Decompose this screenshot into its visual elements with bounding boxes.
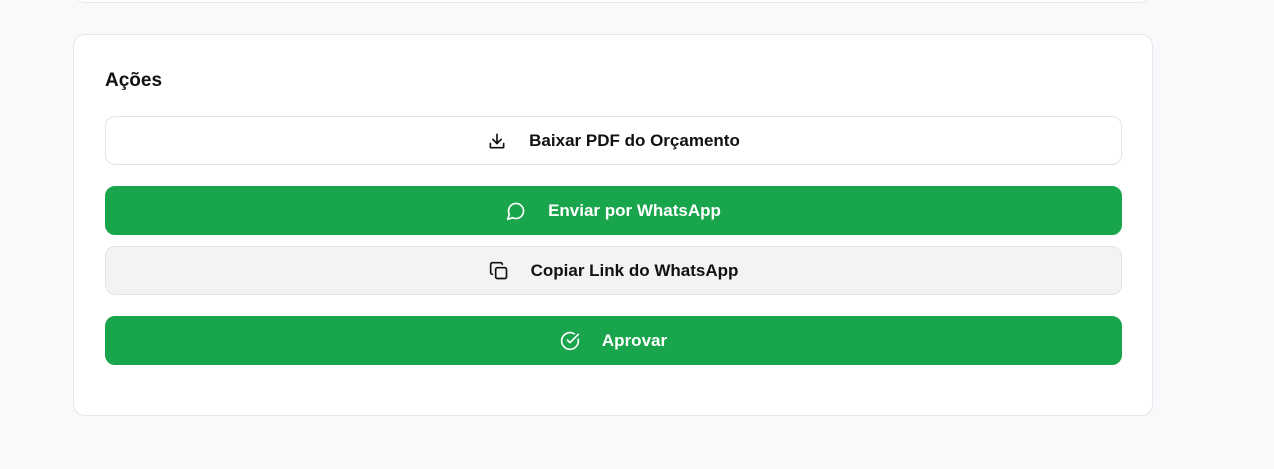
approve-label: Aprovar	[601, 330, 668, 350]
copy-icon	[489, 261, 509, 281]
download-pdf-label: Baixar PDF do Orçamento	[529, 130, 740, 150]
download-icon	[487, 131, 507, 151]
approve-button[interactable]: Aprovar	[105, 316, 1122, 365]
previous-card	[74, 0, 1151, 3]
send-whatsapp-button[interactable]: Enviar por WhatsApp	[105, 186, 1122, 235]
message-circle-icon	[506, 201, 526, 221]
send-whatsapp-label: Enviar por WhatsApp	[548, 200, 721, 220]
download-pdf-button[interactable]: Baixar PDF do Orçamento	[105, 116, 1122, 165]
check-circle-icon	[560, 331, 580, 351]
copy-whatsapp-link-label: Copiar Link do WhatsApp	[530, 260, 739, 280]
actions-card: Ações Baixar PDF do Orçamento Enviar por…	[73, 34, 1153, 416]
copy-whatsapp-link-button[interactable]: Copiar Link do WhatsApp	[105, 246, 1122, 295]
actions-title: Ações	[105, 70, 163, 91]
